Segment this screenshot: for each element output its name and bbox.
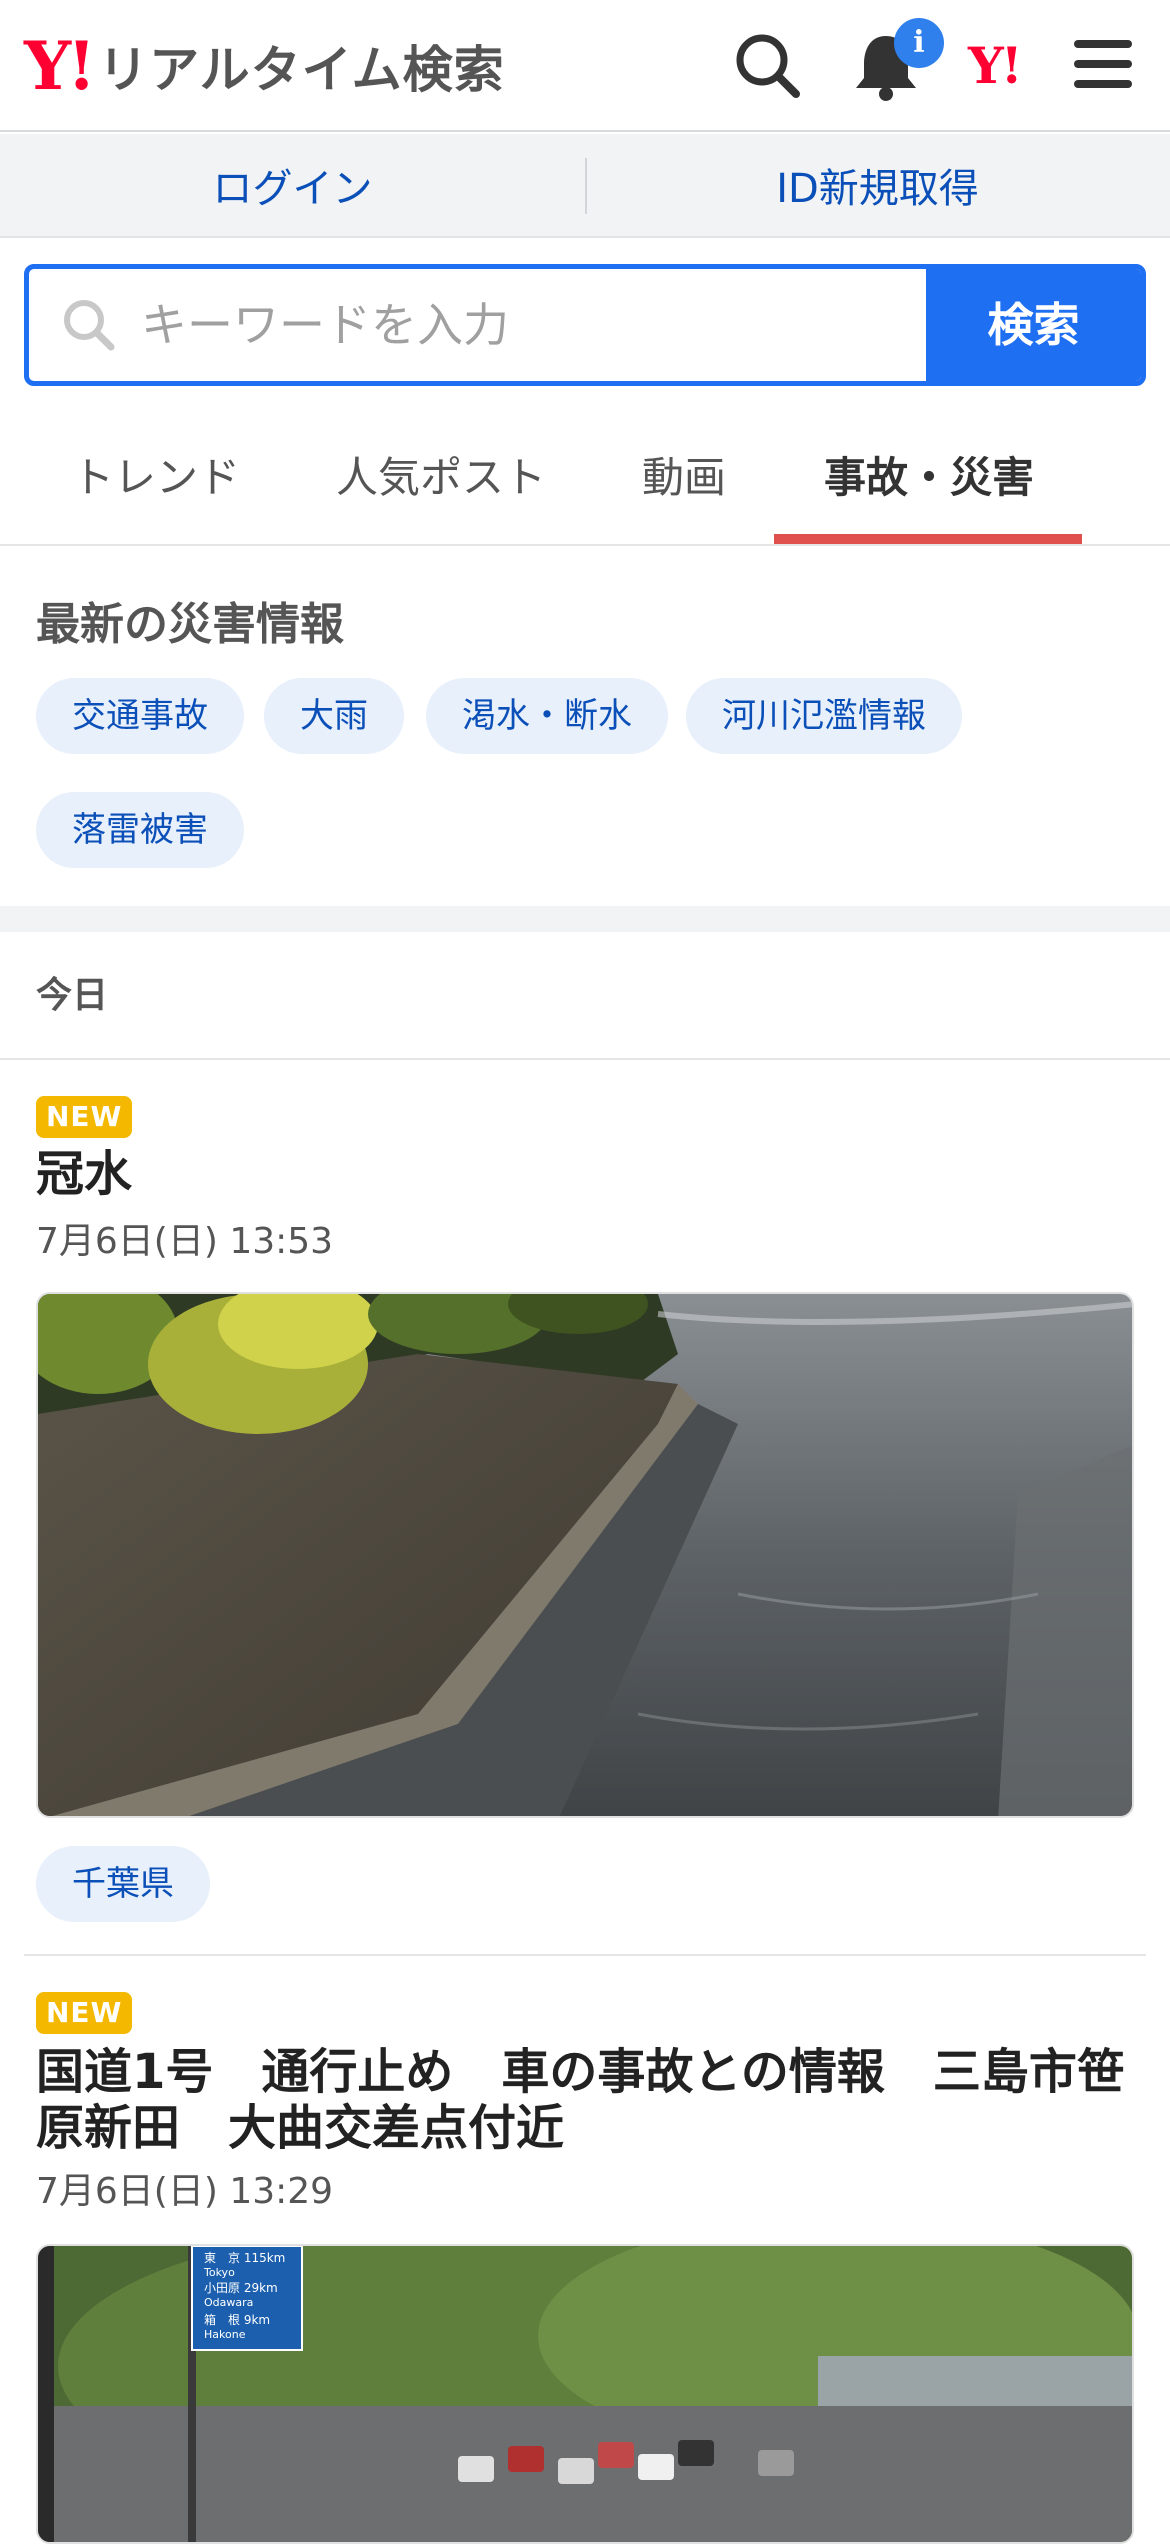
menu-icon[interactable] [1064, 26, 1144, 106]
sign-line: 箱 根 9km [204, 2312, 270, 2327]
post-title[interactable]: 冠水 [36, 1146, 132, 1202]
sign-line: Hakone [204, 2328, 246, 2341]
section-divider [0, 906, 1170, 932]
sign-line: Odawara [204, 2296, 253, 2309]
category-tabs: トレンド 人気ポスト 動画 事故・災害 [0, 404, 1170, 546]
chip-heavy-rain[interactable]: 大雨 [264, 678, 404, 754]
post-image-flooded-road[interactable] [36, 1292, 1134, 1818]
app-header: Y! リアルタイム検索 i Y! [0, 0, 1170, 132]
tab-trend[interactable]: トレンド [72, 444, 240, 505]
chip-traffic-accident[interactable]: 交通事故 [36, 678, 244, 754]
post-separator [24, 1954, 1146, 1956]
new-badge: NEW [36, 1096, 133, 1138]
search-field-icon [59, 295, 119, 359]
new-badge: NEW [36, 1992, 133, 2034]
sign-line: Tokyo [203, 2266, 235, 2279]
search-box: キーワードを入力 検索 [24, 264, 1146, 386]
post-timestamp: 7月6日(日) 13:29 [36, 2171, 334, 2212]
app-title: リアルタイム検索 [98, 41, 505, 99]
chip-water-shortage[interactable]: 渇水・断水 [426, 678, 668, 754]
yahoo-realtime-logo[interactable]: Y! リアルタイム検索 [24, 28, 505, 104]
post-timestamp: 7月6日(日) 13:53 [36, 1221, 334, 1262]
timeline-section-label: 今日 [36, 975, 109, 1016]
notification-badge[interactable]: i [894, 18, 944, 68]
login-link[interactable]: ログイン [0, 134, 585, 236]
chip-lightning-damage[interactable]: 落雷被害 [36, 792, 244, 868]
post-title[interactable]: 国道1号 通行止め 車の事故との情報 三島市笹原新田 大曲交差点付近 [36, 2044, 1146, 2156]
active-tab-indicator [774, 534, 1082, 544]
search-icon[interactable] [728, 26, 808, 106]
disaster-info-title: 最新の災害情報 [36, 599, 344, 650]
post-image-road-traffic[interactable]: 東 京 115km Tokyo 小田原 29km Odawara 箱 根 9km… [36, 2244, 1134, 2544]
tab-accident-disaster[interactable]: 事故・災害 [824, 444, 1034, 505]
search-button[interactable]: 検索 [926, 269, 1141, 381]
section-rule [0, 1058, 1170, 1060]
signup-link[interactable]: ID新規取得 [585, 134, 1170, 236]
yahoo-logo-mark: Y! [24, 27, 96, 105]
sign-line: 東 京 115km [204, 2251, 285, 2265]
yahoo-top-link[interactable]: Y! [968, 36, 1023, 95]
auth-bar: ログイン ID新規取得 [0, 134, 1170, 238]
auth-divider [585, 158, 587, 214]
search-input[interactable]: キーワードを入力 [141, 269, 941, 381]
tab-video[interactable]: 動画 [642, 444, 726, 505]
tab-popular-posts[interactable]: 人気ポスト [336, 444, 546, 505]
chip-river-flood[interactable]: 河川氾濫情報 [686, 678, 962, 754]
chip-location-chiba[interactable]: 千葉県 [36, 1846, 210, 1922]
sign-line: 小田原 29km [204, 2281, 278, 2295]
